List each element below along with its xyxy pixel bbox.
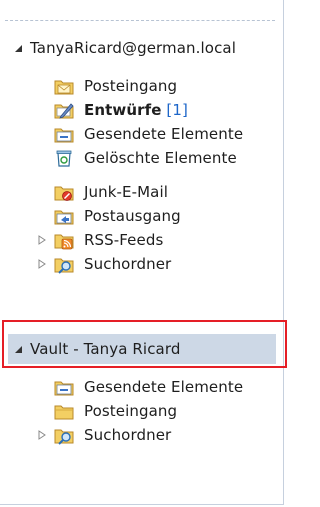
folder-label: Junk-E-Mail bbox=[84, 183, 168, 201]
folder-item-gesendete-elemente[interactable]: Gesendete Elemente bbox=[0, 122, 283, 146]
account-name: Vault - Tanya Ricard bbox=[30, 340, 181, 358]
expanded-triangle-icon[interactable] bbox=[12, 42, 24, 54]
folder-label: Gesendete Elemente bbox=[84, 378, 244, 396]
collapsed-triangle-icon[interactable] bbox=[36, 429, 48, 441]
collapsed-triangle-icon[interactable] bbox=[36, 258, 48, 270]
folder-label: Suchordner bbox=[84, 255, 172, 273]
inbox-icon bbox=[54, 76, 74, 96]
folder-label: RSS-Feeds bbox=[84, 231, 164, 249]
unread-count-badge: [1] bbox=[166, 101, 188, 119]
expanded-triangle-icon[interactable] bbox=[12, 343, 24, 355]
folder-item-vault-gesendete-elemente[interactable]: Gesendete Elemente bbox=[0, 375, 283, 399]
rss-feeds-icon bbox=[54, 230, 74, 250]
folder-icon bbox=[54, 401, 74, 421]
folder-label: Posteingang bbox=[84, 77, 178, 95]
folder-item-postausgang[interactable]: Postausgang bbox=[0, 204, 283, 228]
deleted-items-icon bbox=[54, 148, 74, 168]
folder-item-geloeschte-elemente[interactable]: Gelöschte Elemente bbox=[0, 146, 283, 170]
folder-item-vault-posteingang[interactable]: Posteingang bbox=[0, 399, 283, 423]
search-folder-icon bbox=[54, 254, 74, 274]
pane-divider bbox=[5, 20, 275, 21]
outbox-icon bbox=[54, 206, 74, 226]
folder-item-entwuerfe[interactable]: Entwürfe [1] bbox=[0, 98, 283, 122]
folder-label: Entwürfe bbox=[84, 101, 162, 119]
account-tanyaricard[interactable]: TanyaRicard@german.local bbox=[0, 36, 283, 60]
folder-label: Posteingang bbox=[84, 402, 178, 420]
folder-label: Gesendete Elemente bbox=[84, 125, 244, 143]
account-vault-tanya-ricard[interactable]: Vault - Tanya Ricard bbox=[0, 337, 283, 361]
search-folder-icon bbox=[54, 425, 74, 445]
folder-item-posteingang[interactable]: Posteingang bbox=[0, 74, 283, 98]
folder-item-junk-e-mail[interactable]: Junk-E-Mail bbox=[0, 180, 283, 204]
folder-pane: TanyaRicard@german.local Posteingang Ent… bbox=[0, 0, 287, 505]
folder-item-vault-suchordner[interactable]: Suchordner bbox=[0, 423, 283, 447]
drafts-icon bbox=[54, 100, 74, 120]
folder-label: Postausgang bbox=[84, 207, 181, 225]
folder-item-rss-feeds[interactable]: RSS-Feeds bbox=[0, 228, 283, 252]
folder-item-suchordner[interactable]: Suchordner bbox=[0, 252, 283, 276]
folder-label: Suchordner bbox=[84, 426, 172, 444]
junk-mail-icon bbox=[54, 182, 74, 202]
folder-label: Gelöschte Elemente bbox=[84, 149, 237, 167]
sent-items-icon bbox=[54, 377, 74, 397]
sent-items-icon bbox=[54, 124, 74, 144]
collapsed-triangle-icon[interactable] bbox=[36, 234, 48, 246]
account-name: TanyaRicard@german.local bbox=[30, 39, 236, 57]
